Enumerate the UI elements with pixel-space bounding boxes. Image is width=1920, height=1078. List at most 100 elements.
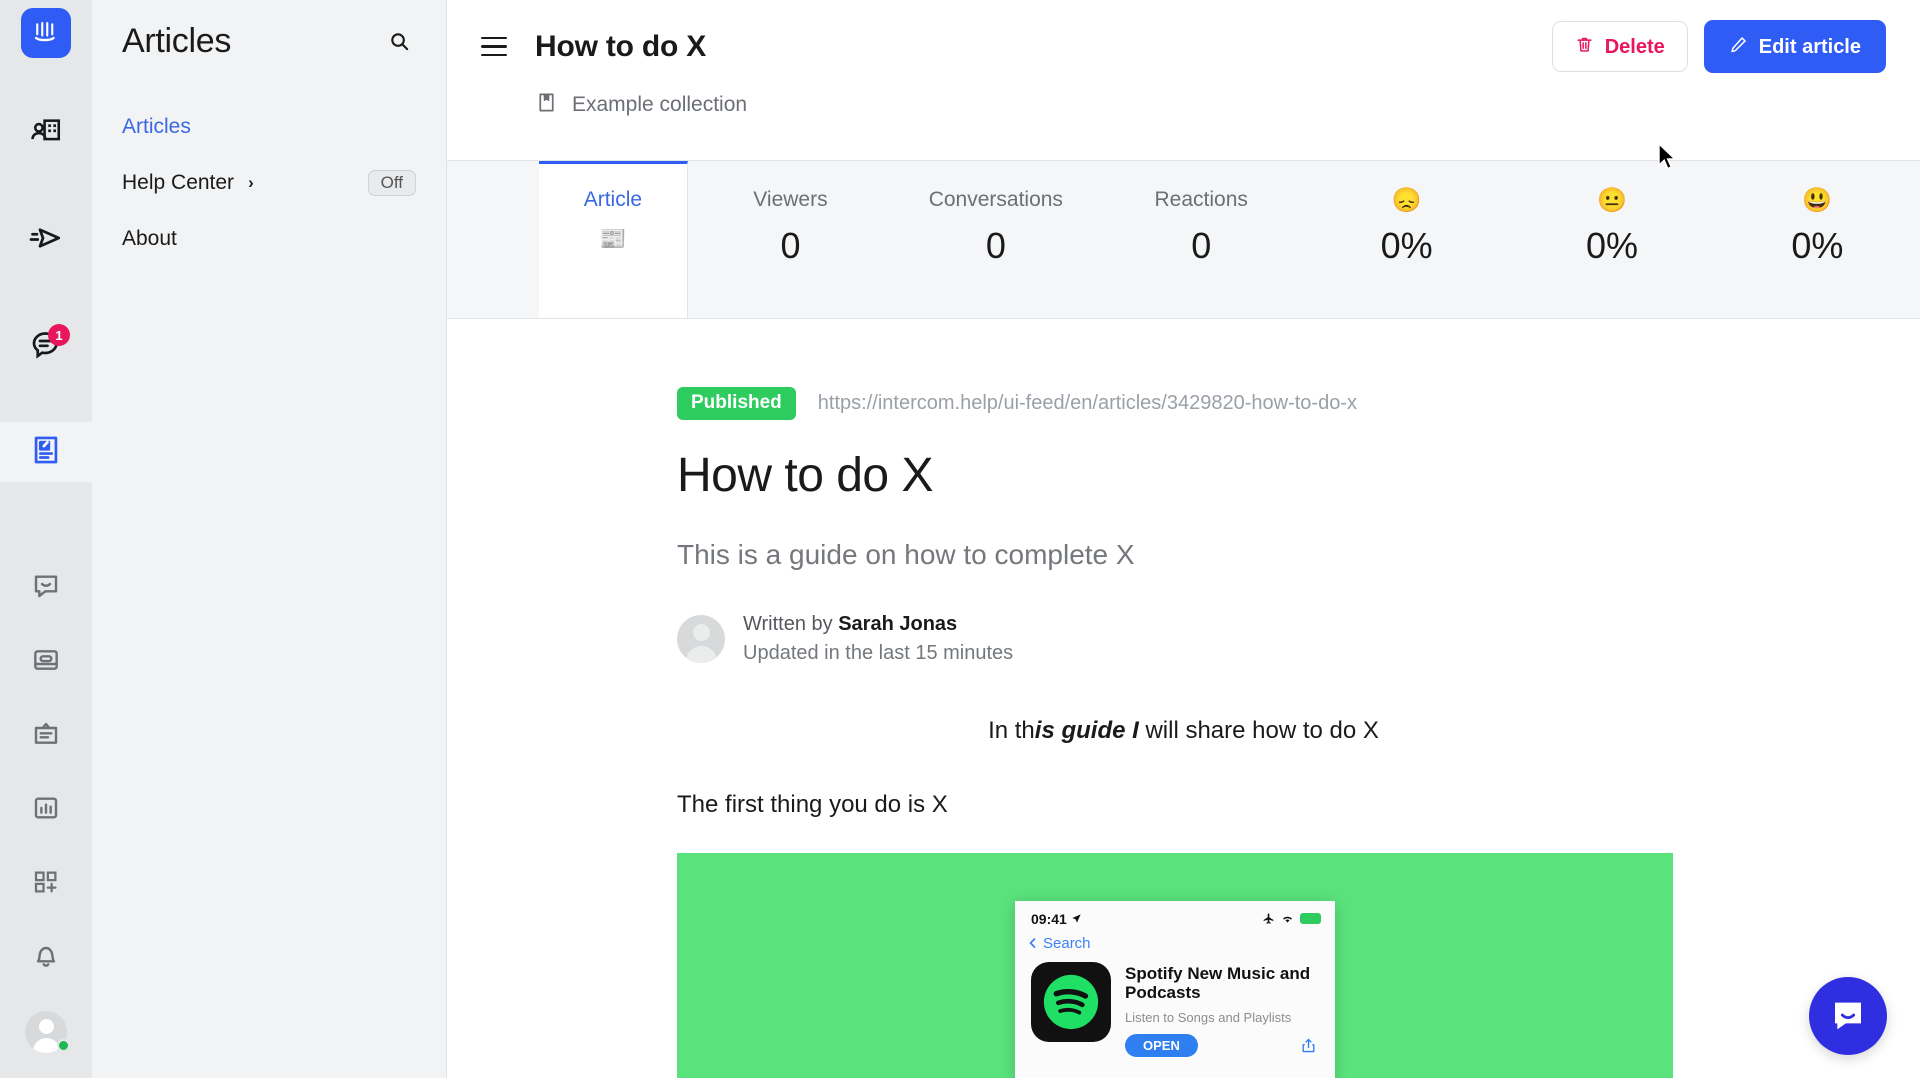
phone-app-desc: Listen to Songs and Playlists xyxy=(1125,1009,1292,1025)
stat-reaction-sad[interactable]: 😞 0% xyxy=(1304,161,1509,318)
clipboard-icon xyxy=(30,718,62,755)
avatar-head xyxy=(692,623,710,641)
article-paragraph-2: The first thing you do is X xyxy=(677,790,948,818)
intercom-messenger-icon xyxy=(1835,1002,1861,1030)
phone-time-label: 09:41 xyxy=(1031,910,1067,927)
stat-value: 0% xyxy=(1585,225,1638,266)
avatar-body xyxy=(32,1038,60,1053)
author-avatar xyxy=(677,614,725,663)
edit-article-button-label: Edit article xyxy=(1758,35,1861,58)
newspaper-icon: 📰 xyxy=(599,226,627,251)
help-center-status-badge[interactable]: Off xyxy=(367,170,416,196)
nav-item-label: Help Center xyxy=(122,171,235,194)
article-subheading: This is a guide on how to complete X xyxy=(677,538,1135,570)
intercom-logo[interactable] xyxy=(21,8,71,58)
contacts-icon xyxy=(29,115,63,154)
conversations-badge: 1 xyxy=(48,324,70,346)
delete-button-label: Delete xyxy=(1604,35,1665,58)
chevron-left-icon xyxy=(1029,938,1036,949)
article-url[interactable]: https://intercom.help/ui-feed/en/article… xyxy=(818,392,1357,415)
nav-list: Articles Help Center › Off About xyxy=(122,99,416,267)
article-embedded-image: 09:41 Search Spotify New Music and Podca… xyxy=(677,852,1673,1078)
sidebar-item-reports[interactable] xyxy=(0,780,92,840)
nav-item-label: Articles xyxy=(122,115,191,138)
grid-plus-icon xyxy=(31,867,61,902)
avatar[interactable] xyxy=(0,1002,92,1062)
nav-item-label: About xyxy=(122,227,177,250)
location-arrow-icon xyxy=(1072,914,1081,924)
neutral-face-icon: 😐 xyxy=(1597,187,1627,214)
phone-app-actions: OPEN xyxy=(1125,1033,1321,1057)
stats-tab-bar: Article 📰 Viewers 0 Conversations 0 Reac… xyxy=(447,160,1920,319)
updated-label: Updated in the last 15 minutes xyxy=(743,641,1014,664)
sidebar-item-surveys[interactable] xyxy=(0,706,92,766)
hamburger-icon[interactable] xyxy=(481,30,515,64)
paragraph-pre: In th xyxy=(988,716,1035,744)
stat-reaction-happy[interactable]: 😃 0% xyxy=(1715,161,1920,318)
search-icon[interactable] xyxy=(382,25,416,59)
breadcrumb[interactable]: Example collection xyxy=(535,91,1886,119)
pencil-icon xyxy=(1729,35,1748,58)
spotify-app-icon xyxy=(1031,961,1111,1042)
phone-status-icons xyxy=(1262,912,1321,925)
article-content: Published https://intercom.help/ui-feed/… xyxy=(447,319,1920,1078)
author-block: Written by Sarah Jonas Updated in the la… xyxy=(677,613,1920,665)
bell-icon xyxy=(30,940,62,977)
stat-label: Conversations xyxy=(928,188,1063,211)
stat-value: 0 xyxy=(985,225,1006,266)
phone-status-bar: 09:41 xyxy=(1015,901,1335,927)
secondary-nav: Articles Articles Help Center › Off Abou… xyxy=(92,0,447,1078)
banner-icon xyxy=(30,644,62,681)
sidebar-item-contacts[interactable] xyxy=(0,104,92,164)
stat-reaction-neutral[interactable]: 😐 0% xyxy=(1509,161,1714,318)
articles-icon xyxy=(29,433,63,472)
phone-back-button[interactable]: Search xyxy=(1015,927,1335,952)
written-by-label: Written by xyxy=(743,612,839,635)
phone-app-name: Spotify New Music and Podcasts xyxy=(1125,963,1311,1003)
sidebar-item-about[interactable]: About xyxy=(122,211,416,267)
primary-nav-rail: 1 xyxy=(0,0,92,1078)
stat-viewers[interactable]: Viewers 0 xyxy=(688,161,893,318)
stat-label: Reactions xyxy=(1154,188,1248,211)
phone-back-label: Search xyxy=(1043,934,1091,952)
phone-open-button[interactable]: OPEN xyxy=(1125,1033,1198,1057)
top-bar-actions: Delete Edit article xyxy=(1551,20,1886,73)
stat-reactions[interactable]: Reactions 0 xyxy=(1099,161,1304,318)
edit-article-button[interactable]: Edit article xyxy=(1703,20,1886,73)
sidebar-item-notifications[interactable] xyxy=(0,928,92,988)
rail-top-group: 1 xyxy=(0,104,92,482)
stat-value: 0% xyxy=(1380,225,1433,266)
chat-bubble-icon xyxy=(30,570,62,607)
tab-article-label: Article xyxy=(583,188,643,211)
tab-article[interactable]: Article 📰 xyxy=(539,161,688,318)
sidebar-item-banners[interactable] xyxy=(0,632,92,692)
article-title-header: How to do X xyxy=(535,29,707,63)
sidebar-item-messenger[interactable] xyxy=(0,558,92,618)
sidebar-item-articles[interactable] xyxy=(0,422,92,482)
article-meta: Published https://intercom.help/ui-feed/… xyxy=(677,387,1920,420)
stat-conversations[interactable]: Conversations 0 xyxy=(893,161,1098,318)
paragraph-emphasis: is guide I xyxy=(1034,716,1139,744)
stat-value: 0% xyxy=(1791,225,1844,266)
stat-value: 0 xyxy=(780,225,801,266)
sidebar-item-conversations[interactable]: 1 xyxy=(0,316,92,376)
sidebar-item-articles-link[interactable]: Articles xyxy=(122,99,416,155)
sidebar-item-help-center[interactable]: Help Center › Off xyxy=(122,155,416,211)
rail-bottom-group xyxy=(0,558,92,1078)
sidebar-item-apps[interactable] xyxy=(0,854,92,914)
article-heading: How to do X xyxy=(677,448,933,502)
paragraph-post: will share how to do X xyxy=(1138,716,1379,744)
top-bar-row: How to do X Delete Edit article xyxy=(481,0,1886,73)
bar-chart-icon xyxy=(30,792,62,829)
avatar-head xyxy=(38,1019,54,1034)
sidebar-item-outbound[interactable] xyxy=(0,210,92,270)
airplane-icon xyxy=(1263,913,1274,925)
delete-button[interactable]: Delete xyxy=(1551,21,1688,72)
phone-app-row: Spotify New Music and Podcasts Listen to… xyxy=(1015,952,1335,1057)
chevron-right-icon: › xyxy=(248,173,254,192)
intercom-messenger-launcher[interactable] xyxy=(1809,977,1887,1055)
stat-value: 0 xyxy=(1191,225,1212,266)
smiling-face-icon: 😃 xyxy=(1802,187,1833,214)
author-name: Sarah Jonas xyxy=(838,612,958,635)
author-line: Written by Sarah Jonas xyxy=(743,613,1013,636)
